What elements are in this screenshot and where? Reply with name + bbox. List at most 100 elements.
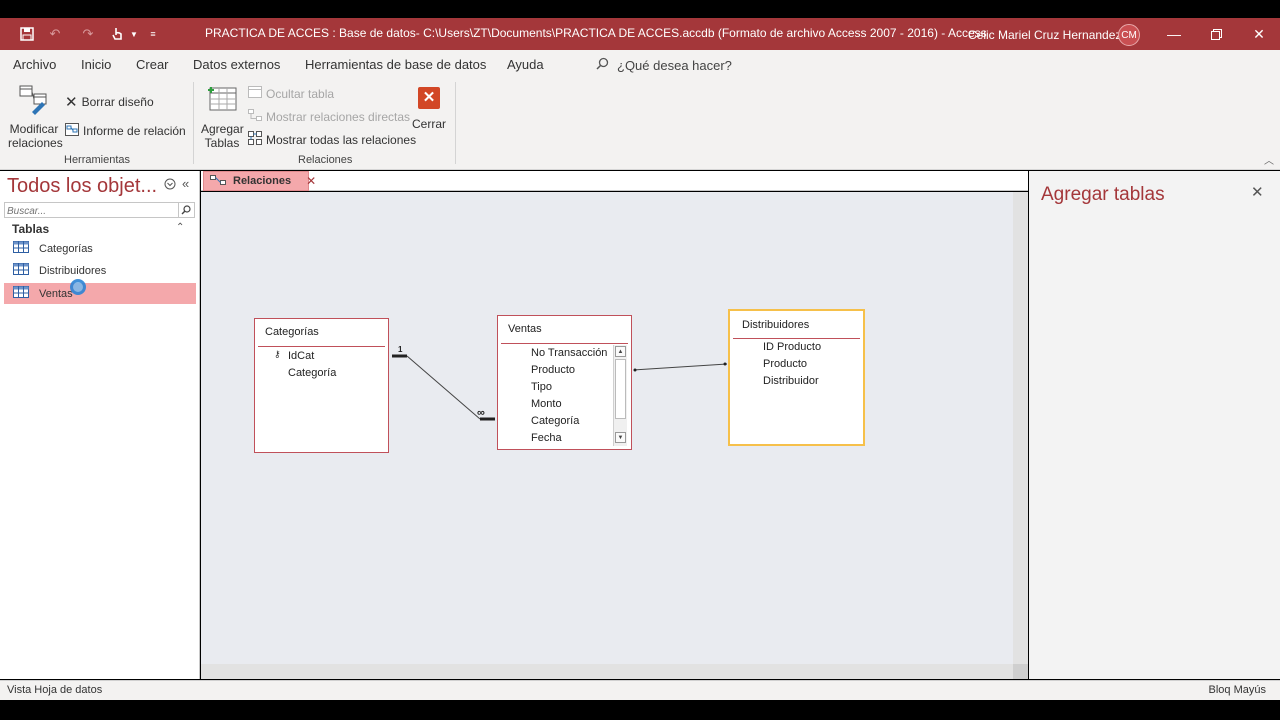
mostrar-directas-label: Mostrar relaciones directas	[266, 109, 411, 124]
table-icon	[13, 241, 29, 256]
table-window-distribuidores[interactable]: Distribuidores ID Producto Producto Dist…	[728, 309, 865, 446]
modificar-label-2: relaciones	[8, 136, 63, 150]
add-table-icon	[201, 84, 243, 119]
customize-toolbar-icon[interactable]: ≡	[143, 24, 163, 44]
field-idcat[interactable]: IdCat	[288, 350, 314, 362]
avatar[interactable]: CM	[1118, 24, 1140, 46]
touch-dropdown-icon[interactable]: ▼	[124, 24, 144, 44]
redo-icon[interactable]: ↷	[78, 24, 98, 44]
search-icon[interactable]	[178, 203, 193, 217]
field-id-producto[interactable]: ID Producto	[763, 341, 821, 353]
scroll-up-icon[interactable]: ▲	[615, 346, 626, 357]
horizontal-scrollbar[interactable]	[201, 664, 1013, 679]
nav-item-label: Categorías	[39, 242, 93, 255]
edit-relationships-icon	[8, 84, 60, 119]
table-scrollbar[interactable]: ▲ ▼	[613, 345, 627, 446]
collapse-nav-icon[interactable]: «	[182, 176, 189, 191]
status-bar: Vista Hoja de datos Bloq Mayús	[0, 680, 1280, 700]
nav-item-ventas[interactable]: Ventas	[4, 283, 196, 304]
hide-table-icon	[248, 86, 262, 101]
nav-search-input[interactable]	[5, 204, 175, 219]
table-title[interactable]: Categorías	[265, 326, 319, 338]
join-endpoint	[633, 368, 637, 372]
save-icon[interactable]	[17, 24, 37, 44]
close-window-button[interactable]: ✕	[1247, 24, 1271, 44]
ocultar-tabla-label: Ocultar tabla	[266, 86, 335, 101]
restore-button[interactable]	[1204, 24, 1228, 44]
document-tabs: Relaciones ✕	[201, 171, 1028, 191]
informe-relacion-label: Informe de relación	[83, 124, 186, 138]
nav-item-categorias[interactable]: Categorías	[4, 238, 196, 259]
table-title[interactable]: Ventas	[508, 323, 542, 335]
cerrar-label: Cerrar	[411, 117, 446, 131]
minimize-button[interactable]: —	[1162, 24, 1186, 44]
field-distribuidor[interactable]: Distribuidor	[763, 375, 819, 387]
ribbon: Modificar relaciones ✕ Borrar diseño Inf…	[0, 78, 1280, 170]
tab-archivo[interactable]: Archivo	[13, 57, 56, 72]
undo-icon[interactable]: ↶	[45, 24, 65, 44]
table-icon	[13, 263, 29, 278]
borrar-diseno-button[interactable]: ✕ Borrar diseño	[65, 93, 154, 111]
close-icon: ✕	[418, 87, 440, 109]
field-no-transaccion[interactable]: No Transacción	[531, 347, 607, 359]
tab-herramientas-bd[interactable]: Herramientas de base de datos	[305, 57, 486, 72]
ribbon-tabs: Archivo Inicio Crear Datos externos Herr…	[0, 50, 1280, 78]
modificar-relaciones-button[interactable]: Modificar relaciones	[8, 84, 63, 150]
user-name[interactable]: Celic Mariel Cruz Hernandez	[968, 28, 1121, 42]
field-categoria[interactable]: Categoría	[531, 415, 579, 427]
field-monto[interactable]: Monto	[531, 398, 562, 410]
nav-item-distribuidores[interactable]: Distribuidores	[4, 260, 196, 281]
tab-datos-externos[interactable]: Datos externos	[193, 57, 280, 72]
mostrar-todas-label: Mostrar todas las relaciones	[266, 132, 417, 147]
close-pane-icon[interactable]: ✕	[1251, 183, 1264, 201]
cerrar-button[interactable]: ✕ Cerrar	[410, 87, 448, 131]
scroll-down-icon[interactable]: ▼	[615, 432, 626, 443]
title-divider	[733, 338, 860, 339]
informe-relacion-button[interactable]: Informe de relación	[65, 123, 186, 139]
tab-relaciones-label: Relaciones	[233, 175, 292, 187]
table-icon	[13, 286, 29, 301]
title-bar: ↶ ↷ ▼ ≡ PRACTICA DE ACCES : Base de dato…	[0, 18, 1280, 50]
add-tables-pane: Agregar tablas ✕	[1029, 171, 1280, 679]
close-tab-icon[interactable]: ✕	[306, 174, 316, 188]
vertical-scrollbar[interactable]	[1013, 192, 1028, 664]
tab-ayuda[interactable]: Ayuda	[507, 57, 544, 72]
field-producto[interactable]: Producto	[531, 364, 575, 376]
table-window-ventas[interactable]: Ventas No Transacción Producto Tipo Mont…	[497, 315, 632, 450]
nav-item-label: Ventas	[39, 287, 73, 300]
pane-title: Agregar tablas	[1041, 184, 1165, 205]
table-window-categorias[interactable]: Categorías ⚷ IdCat Categoría	[254, 318, 389, 453]
relationships-icon	[210, 174, 226, 189]
agregar-label-2: Tablas	[204, 136, 240, 150]
collapse-group-icon[interactable]: ⌃	[176, 222, 184, 233]
tab-crear[interactable]: Crear	[136, 57, 169, 72]
direct-relationships-icon	[248, 109, 262, 124]
title-divider	[258, 346, 385, 347]
relationship-line	[633, 363, 728, 371]
field-producto[interactable]: Producto	[763, 358, 807, 370]
field-categoria[interactable]: Categoría	[288, 367, 336, 379]
join-endpoint	[723, 362, 727, 366]
mostrar-directas-button[interactable]: Mostrar relaciones directas	[248, 109, 410, 124]
table-title[interactable]: Distribuidores	[742, 319, 809, 331]
group-herramientas-label: Herramientas	[64, 154, 131, 166]
agregar-tablas-button[interactable]: Agregar Tablas	[201, 84, 244, 150]
video-letterbox-bottom	[0, 700, 1280, 720]
modificar-label-1: Modificar	[9, 122, 59, 136]
group-separator	[193, 82, 194, 164]
nav-menu-dropdown-icon[interactable]	[164, 178, 176, 193]
field-tipo[interactable]: Tipo	[531, 381, 552, 393]
mostrar-todas-button[interactable]: Mostrar todas las relaciones	[248, 131, 416, 148]
agregar-label-1: Agregar	[201, 122, 244, 136]
ocultar-tabla-button[interactable]: Ocultar tabla	[248, 86, 334, 101]
tab-relaciones[interactable]: Relaciones ✕	[203, 171, 316, 191]
tell-me-search[interactable]: ¿Qué desea hacer?	[596, 57, 732, 73]
caps-lock-indicator: Bloq Mayús	[1208, 684, 1266, 696]
tab-inicio[interactable]: Inicio	[81, 57, 111, 72]
field-fecha[interactable]: Fecha	[531, 432, 562, 444]
scroll-thumb[interactable]	[615, 359, 626, 419]
nav-title[interactable]: Todos los objet...	[7, 175, 157, 198]
collapse-ribbon-icon[interactable]: ︿	[1264, 152, 1274, 167]
nav-group-tablas[interactable]: Tablas	[12, 222, 49, 236]
nav-item-label: Distribuidores	[39, 264, 107, 277]
